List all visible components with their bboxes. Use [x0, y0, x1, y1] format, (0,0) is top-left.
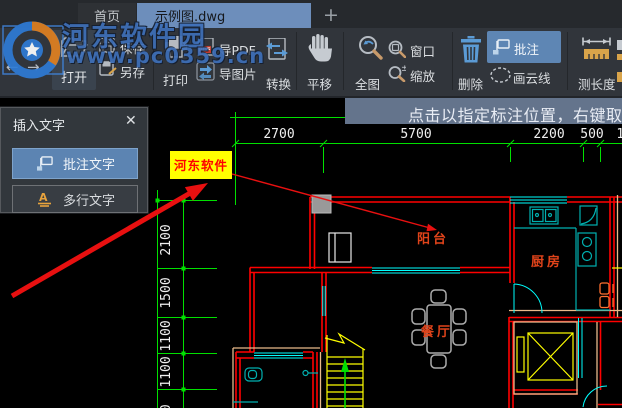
open-button[interactable]: 打开	[52, 30, 96, 90]
dim-left-2100: 2100	[159, 224, 174, 255]
stairs-direction-arrow	[341, 358, 349, 408]
clipped-tool-icon	[617, 40, 622, 82]
save-button[interactable]: 保存	[97, 36, 153, 58]
trash-icon	[461, 36, 481, 63]
dim-top-500: 500	[580, 127, 603, 142]
zoom-button[interactable]: ± 缩放	[388, 64, 442, 84]
delete-button[interactable]: 删除	[455, 34, 487, 92]
divider	[343, 32, 344, 90]
divider	[296, 32, 297, 90]
tab-home[interactable]: 首页	[78, 3, 136, 28]
print-button[interactable]: 打印	[161, 34, 191, 88]
ruler-icon	[582, 37, 611, 59]
close-icon[interactable]: ✕	[125, 113, 137, 129]
window-zoom-button[interactable]: 窗口	[388, 40, 442, 60]
zoom-fit-icon	[359, 36, 383, 60]
save-icon	[99, 37, 115, 53]
image-export-icon	[196, 62, 215, 81]
room-label-dining: 餐厅	[420, 324, 453, 340]
folder-open-icon	[60, 37, 88, 57]
pdf-icon: PDF	[196, 38, 214, 56]
panel-title: 插入文字	[13, 119, 66, 134]
back-icon[interactable]: ←	[6, 58, 24, 76]
save-as-icon	[99, 61, 117, 76]
dim-left-partial: 1500	[159, 404, 174, 408]
dim-top-2200: 2200	[533, 127, 564, 142]
annotate-text-button[interactable]: 批注文字	[12, 148, 138, 179]
dim-top-5700: 5700	[400, 127, 431, 142]
annotation-flag-icon	[37, 155, 53, 171]
save-as-button[interactable]: 另存	[97, 60, 153, 82]
hand-icon	[308, 34, 332, 62]
export-image-button[interactable]: 导图片	[196, 62, 262, 82]
dim-top-1600: 1600	[616, 127, 622, 142]
svg-text:±: ±	[401, 64, 406, 74]
annotate-button[interactable]: 批注	[487, 31, 561, 63]
dim-left-1500: 1500	[159, 277, 174, 308]
fit-view-button[interactable]: 全图	[353, 34, 387, 92]
annotate-text-label: 批注文字	[63, 158, 116, 173]
tab-bar: 首页 示例图.dwg +	[0, 0, 622, 29]
pan-button[interactable]: 平移	[303, 34, 337, 92]
new-tab-button[interactable]: +	[318, 4, 344, 26]
multiline-text-label: 多行文字	[63, 193, 116, 209]
divider	[153, 32, 154, 90]
convert-button[interactable]: 转换	[261, 36, 295, 92]
balcony-cabinet	[328, 232, 352, 263]
zoom-window-icon	[388, 40, 406, 58]
zoom-icon: ±	[388, 64, 406, 82]
annotation-note[interactable]: 河东软件	[170, 151, 232, 179]
multiline-text-icon: A	[38, 191, 51, 207]
export-pdf-button[interactable]: PDF 导PDF	[196, 38, 258, 58]
multiline-text-button[interactable]: A 多行文字	[12, 185, 138, 213]
divider	[452, 32, 453, 90]
hint-text: 点击以指定标注位置，右键取	[408, 106, 622, 124]
annotation-flag-icon	[493, 39, 510, 55]
hint-bar: 点击以指定标注位置，右键取	[345, 98, 622, 124]
convert-icon	[266, 38, 288, 60]
tab-document[interactable]: 示例图.dwg	[137, 3, 311, 28]
insert-text-panel: 插入文字 ✕ 批注文字 A 多行文字	[0, 107, 148, 213]
measure-length-button[interactable]: 测长度	[576, 34, 620, 92]
cloud-line-button[interactable]: 画云线	[488, 66, 560, 86]
toolbar: ← → 打开 保存 另存 打印 PDF 导PDF 导图片 转换 平移 全图 窗口…	[0, 28, 622, 98]
cad-viewer-app: { "tabs": { "home": "首页", "doc": "示例图.dw…	[0, 0, 622, 408]
dim-left-1100a: 1100	[159, 320, 174, 351]
dim-left-1100b: 1100	[159, 356, 174, 387]
room-label-balcony: 阳台	[417, 231, 449, 247]
divider	[567, 32, 568, 90]
note-text: 河东软件	[174, 158, 228, 173]
cloud-icon	[490, 67, 511, 83]
svg-text:PDF: PDF	[198, 48, 211, 54]
forward-icon[interactable]: →	[27, 58, 45, 76]
svg-text:A: A	[39, 191, 48, 204]
printer-icon	[165, 36, 187, 58]
dim-top-2700: 2700	[263, 127, 294, 142]
room-label-kitchen: 厨房	[531, 254, 563, 270]
door-symbols-orange	[599, 282, 614, 309]
